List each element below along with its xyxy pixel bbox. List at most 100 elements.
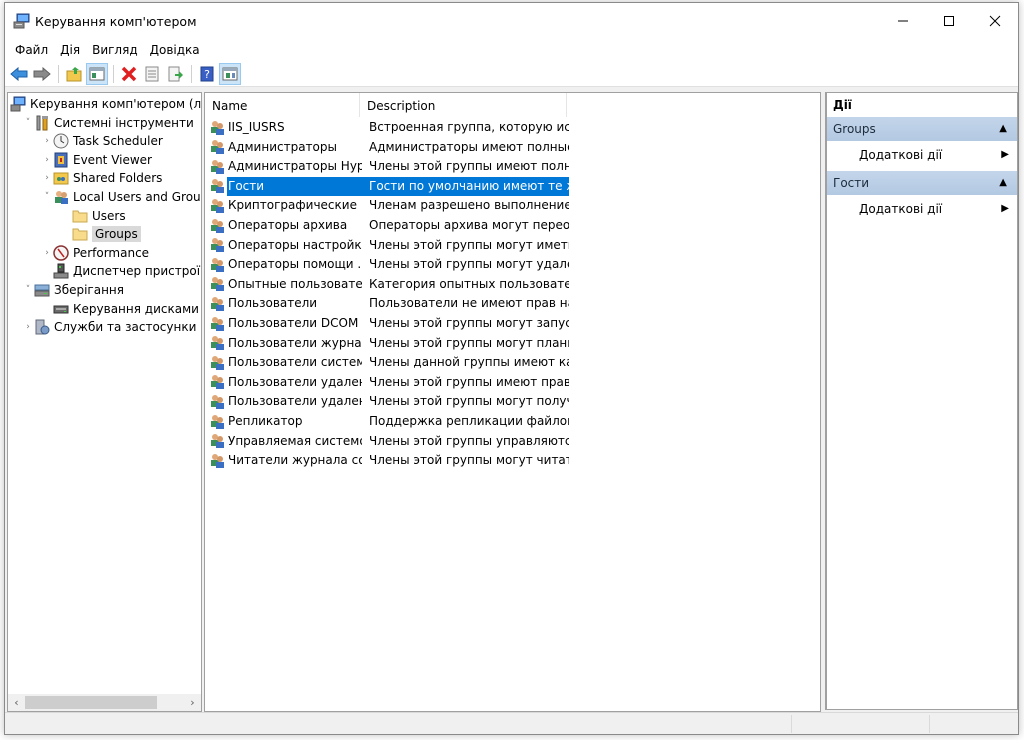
group-icon — [209, 296, 225, 312]
help-button[interactable]: ? — [196, 63, 218, 85]
scrollbar-thumb[interactable] — [25, 696, 157, 709]
expand-chevron-down-icon[interactable]: ˅ — [22, 281, 34, 299]
tree-item-label: Зберігання — [54, 283, 124, 297]
group-description: Члены этой группы могут иметь ... — [369, 237, 569, 252]
expand-chevron-right-icon[interactable]: › — [41, 151, 53, 169]
group-name: Управляемая системо... — [228, 433, 362, 448]
menu-help[interactable]: Довідка — [144, 40, 206, 60]
tree-item[interactable]: › Task Scheduler — [41, 132, 163, 150]
group-name: IIS_IUSRS — [228, 120, 285, 134]
group-icon — [209, 237, 225, 253]
group-description: Администраторы имеют полные, ... — [369, 139, 569, 154]
tree-item[interactable]: Users — [60, 207, 126, 225]
expand-chevron-right-icon[interactable]: › — [41, 169, 53, 187]
expand-chevron-right-icon[interactable]: › — [41, 244, 53, 262]
back-button[interactable] — [8, 63, 30, 85]
tree-item-label: Керування комп'ютером (локальний) — [30, 97, 202, 111]
forward-button[interactable] — [31, 63, 53, 85]
export-list-button[interactable] — [164, 63, 186, 85]
tree-item[interactable]: ˅ Системні інструменти — [22, 114, 194, 132]
up-one-level-button[interactable] — [63, 63, 85, 85]
expand-chevron-right-icon[interactable]: › — [41, 132, 53, 150]
expand-chevron-right-icon[interactable]: › — [22, 318, 34, 336]
properties-button[interactable] — [141, 63, 163, 85]
more-actions-guests[interactable]: Додаткові дії ▶ — [827, 195, 1017, 223]
tree-item[interactable]: Керування комп'ютером (локальний) — [10, 95, 202, 113]
up-folder-icon — [66, 66, 82, 81]
tree-item[interactable]: ˅ Зберігання — [22, 281, 124, 299]
group-name: Операторы настройк... — [228, 237, 362, 252]
maximize-icon — [944, 16, 954, 26]
more-actions-groups[interactable]: Додаткові дії ▶ — [827, 141, 1017, 169]
expand-chevron-down-icon[interactable]: ˅ — [22, 114, 34, 132]
show-hide-tree-button[interactable] — [86, 62, 108, 85]
tree-item[interactable]: › Event Viewer — [41, 151, 152, 169]
collapse-up-icon[interactable]: ▲ — [999, 171, 1007, 195]
show-hide-action-pane-icon — [222, 67, 238, 80]
group-name: Пользователи DCOM — [228, 316, 359, 330]
group-icon — [209, 453, 225, 469]
group-row[interactable]: Гости Гости по умолчанию имеют те ж... — [209, 176, 569, 196]
group-icon — [209, 257, 225, 273]
group-row[interactable]: Администраторы Hyp... Члены этой группы и… — [209, 157, 569, 176]
group-row[interactable]: Пользователи журна... Члены этой группы м… — [209, 334, 569, 353]
group-row[interactable]: Пользователи DCOM Члены этой группы могут… — [209, 314, 569, 333]
tree-item-label: Performance — [73, 245, 150, 260]
group-row[interactable]: Пользователи Пользователи не имеют прав н… — [209, 294, 569, 313]
tree-item-label: Users — [92, 208, 126, 223]
section-label: Гости — [833, 176, 870, 190]
menu-view[interactable]: Вигляд — [86, 40, 144, 60]
show-hide-action-pane-button[interactable] — [219, 62, 241, 85]
group-row[interactable]: Опытные пользовате... Категория опытных п… — [209, 275, 569, 294]
column-header-name[interactable]: Name — [205, 93, 360, 117]
submenu-arrow-icon: ▶ — [1001, 149, 1009, 160]
group-row[interactable]: Управляемая системо... Члены этой группы … — [209, 432, 569, 451]
maximize-button[interactable] — [926, 3, 972, 39]
delete-button[interactable] — [118, 63, 140, 85]
menu-file[interactable]: Файл — [9, 40, 54, 60]
tree-item-label: Служби та застосунки — [54, 320, 197, 335]
group-row[interactable]: Криптографические ... Членам разрешено вы… — [209, 196, 569, 215]
column-header-description[interactable]: Description — [360, 93, 567, 117]
tree-item[interactable]: Диспетчер пристроїв — [41, 262, 202, 280]
tree-item[interactable]: › Performance — [41, 244, 149, 262]
expand-chevron-down-icon[interactable]: ˅ — [41, 188, 53, 206]
actions-section-groups[interactable]: Groups ▲ — [827, 117, 1017, 141]
minimize-button[interactable] — [880, 3, 926, 39]
group-description: Члены этой группы имеют право... — [369, 374, 569, 389]
tree-horizontal-scrollbar[interactable]: ‹ › — [8, 694, 201, 711]
group-description: Членам разрешено выполнение ... — [369, 198, 569, 213]
tree-item[interactable]: Керування дисками — [41, 300, 199, 318]
group-row[interactable]: Читатели журнала со... Члены этой группы … — [209, 451, 569, 470]
scroll-right-icon[interactable]: › — [184, 694, 201, 711]
close-button[interactable] — [972, 3, 1018, 39]
group-row[interactable]: Пользователи систем... Члены данной групп… — [209, 353, 569, 372]
performance-icon — [53, 245, 69, 261]
scroll-left-icon[interactable]: ‹ — [8, 694, 25, 711]
local-users-groups-icon — [53, 189, 69, 205]
tree-item[interactable]: › Shared Folders — [41, 169, 162, 187]
event-viewer-icon — [53, 152, 69, 168]
tree-item[interactable]: Groups — [60, 225, 141, 243]
window-title: Керування комп'ютером — [35, 14, 197, 29]
tree-item[interactable]: ˅ Local Users and Groups — [41, 188, 201, 206]
actions-section-guests[interactable]: Гости ▲ — [827, 171, 1017, 195]
group-row[interactable]: IIS_IUSRS Встроенная группа, которую исп.… — [209, 118, 569, 137]
menu-action[interactable]: Дія — [54, 40, 86, 60]
group-row[interactable]: Пользователи удален... Члены этой группы … — [209, 373, 569, 392]
group-icon — [209, 139, 225, 155]
group-name: Администраторы — [228, 139, 337, 154]
storage-icon — [34, 282, 50, 298]
tree-item-label: Диспетчер пристроїв — [73, 264, 202, 279]
group-row[interactable]: Операторы помощи ... Члены этой группы мо… — [209, 255, 569, 274]
tree-item-label: Shared Folders — [73, 171, 163, 186]
group-icon — [209, 414, 225, 430]
group-row[interactable]: Администраторы Администраторы имеют полны… — [209, 138, 569, 157]
group-row[interactable]: Операторы архива Операторы архива могут п… — [209, 216, 569, 235]
group-row[interactable]: Репликатор Поддержка репликации файлов ..… — [209, 412, 569, 431]
group-row[interactable]: Операторы настройк... Члены этой группы м… — [209, 236, 569, 255]
collapse-up-icon[interactable]: ▲ — [999, 117, 1007, 141]
tree-item[interactable]: › Служби та застосунки — [22, 318, 196, 336]
group-row[interactable]: Пользователи удален... Члены этой группы … — [209, 392, 569, 411]
